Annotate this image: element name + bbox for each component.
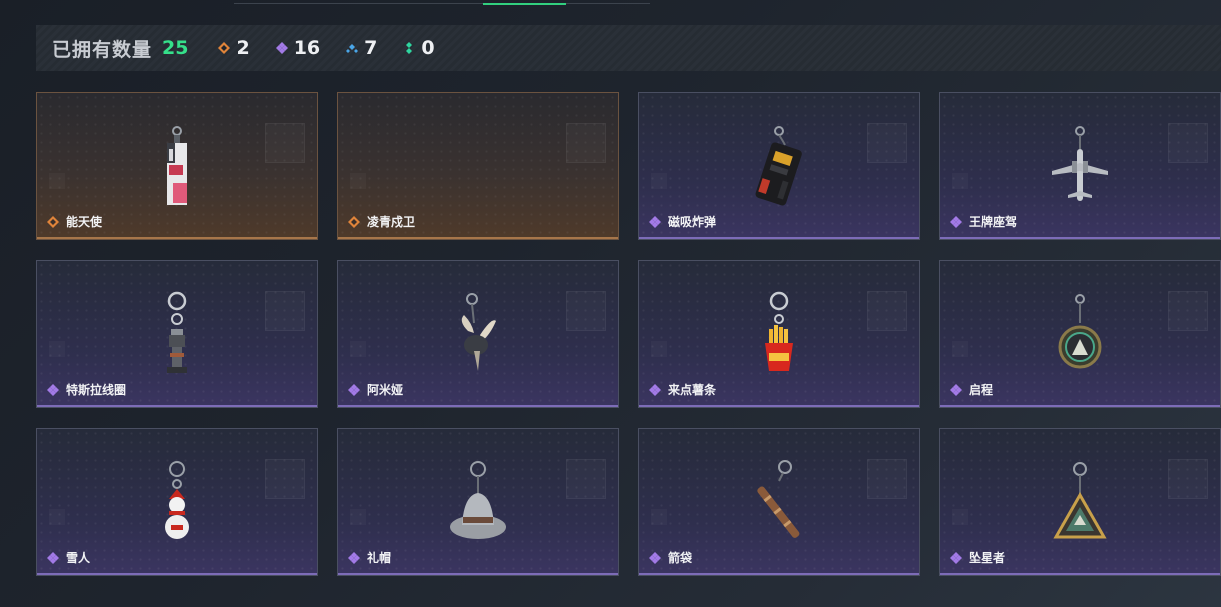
card-decoration [952, 173, 968, 189]
rarity-count-value: 16 [293, 37, 321, 59]
charm-name: 能天使 [66, 215, 103, 229]
charm-card[interactable]: 特斯拉线圈 [36, 260, 318, 408]
charm-name: 磁吸炸弹 [668, 215, 717, 229]
card-decoration [265, 291, 305, 331]
bunny-ears-charm-icon [461, 293, 496, 371]
card-decoration [1168, 291, 1208, 331]
triangle-badge-charm-icon [1053, 462, 1107, 539]
charm-card[interactable]: 凌青戍卫 [337, 92, 619, 240]
card-decoration [1168, 459, 1208, 499]
card-decoration [265, 123, 305, 163]
active-tab-indicator [483, 3, 566, 5]
card-decoration [651, 341, 667, 357]
top-tab-strip: - ----- ----- [0, 0, 1221, 8]
purple-gem-icon [950, 215, 962, 228]
purple-gem-icon [47, 551, 59, 564]
card-decoration [49, 173, 65, 189]
card-decoration [867, 459, 907, 499]
charm-card[interactable]: 王牌座驾 [939, 92, 1221, 240]
card-decoration [1168, 123, 1208, 163]
card-decoration [952, 341, 968, 357]
charm-name: 王牌座驾 [969, 215, 1018, 229]
card-decoration [651, 509, 667, 525]
orange-gem-icon [47, 215, 59, 228]
charm-card[interactable]: 磁吸炸弹 [638, 92, 920, 240]
owned-total-count: 25 [162, 37, 189, 59]
cut-off-header-text: - ----- ----- [72, 0, 123, 5]
charm-card[interactable]: 雪人 [36, 428, 318, 576]
card-decoration [566, 123, 606, 163]
charm-name: 凌青戍卫 [367, 215, 416, 229]
snowman-charm-icon [165, 461, 189, 539]
blue-gem-icon [346, 44, 359, 53]
card-decoration [350, 341, 366, 357]
fries-charm-icon [765, 291, 793, 371]
rarity-count-orange: 2 [218, 37, 250, 59]
green-gem-icon [406, 42, 413, 54]
card-decoration [867, 291, 907, 331]
card-decoration [49, 509, 65, 525]
purple-gem-icon [348, 383, 360, 396]
card-decoration [566, 459, 606, 499]
magnetic-bomb-charm-icon [755, 126, 802, 206]
purple-gem-icon [649, 383, 661, 396]
medal-charm-icon [1058, 294, 1102, 369]
card-decoration [265, 459, 305, 499]
charm-name: 来点薯条 [668, 383, 717, 397]
purple-gem-icon [649, 215, 661, 228]
card-decoration [952, 509, 968, 525]
purple-gem-icon [950, 551, 962, 564]
card-decoration [350, 173, 366, 189]
rarity-count-value: 2 [236, 37, 250, 59]
card-decoration [350, 509, 366, 525]
purple-gem-icon [649, 551, 661, 564]
charm-name: 雪人 [66, 551, 91, 565]
card-decoration [651, 173, 667, 189]
charm-card[interactable]: 启程 [939, 260, 1221, 408]
rarity-count-purple: 16 [275, 37, 321, 59]
charm-card[interactable]: 来点薯条 [638, 260, 920, 408]
charm-card[interactable]: 礼帽 [337, 428, 619, 576]
rarity-count-blue: 7 [346, 37, 377, 59]
rarity-count-green: 0 [403, 37, 435, 59]
purple-gem-icon [275, 42, 288, 54]
angel-charm-icon [167, 126, 187, 205]
charm-card[interactable]: 坠星者 [939, 428, 1221, 576]
charm-name: 阿米娅 [367, 383, 404, 397]
charm-card[interactable]: 箭袋 [638, 428, 920, 576]
charm-card[interactable]: 阿米娅 [337, 260, 619, 408]
purple-gem-icon [950, 383, 962, 396]
rarity-count-value: 0 [421, 37, 435, 59]
charm-name: 礼帽 [367, 551, 392, 565]
charm-grid: 能天使 凌青戍卫 磁吸炸弹 王牌座驾 特斯拉线圈 阿米娅 来点薯条 启程 雪人 … [36, 92, 1221, 576]
purple-gem-icon [47, 383, 59, 396]
orange-gem-icon [348, 215, 360, 228]
charm-card[interactable]: 能天使 [36, 92, 318, 240]
tab-divider [234, 3, 650, 4]
tesla-coil-charm-icon [167, 291, 187, 373]
quiver-charm-icon [757, 460, 800, 538]
charm-name: 启程 [969, 383, 994, 397]
purple-gem-icon [348, 551, 360, 564]
charm-name: 特斯拉线圈 [66, 383, 127, 397]
rarity-count-value: 7 [364, 37, 378, 59]
charm-name: 坠星者 [969, 551, 1006, 565]
owned-count-bar: 已拥有数量 25 2 16 7 0 [36, 25, 1221, 71]
jet-plane-charm-icon [1052, 126, 1108, 201]
hat-charm-icon [450, 461, 506, 539]
charm-name: 箭袋 [668, 551, 693, 565]
card-decoration [867, 123, 907, 163]
card-decoration [566, 291, 606, 331]
card-decoration [49, 341, 65, 357]
owned-count-label: 已拥有数量 [52, 38, 153, 61]
orange-gem-icon [218, 42, 231, 54]
